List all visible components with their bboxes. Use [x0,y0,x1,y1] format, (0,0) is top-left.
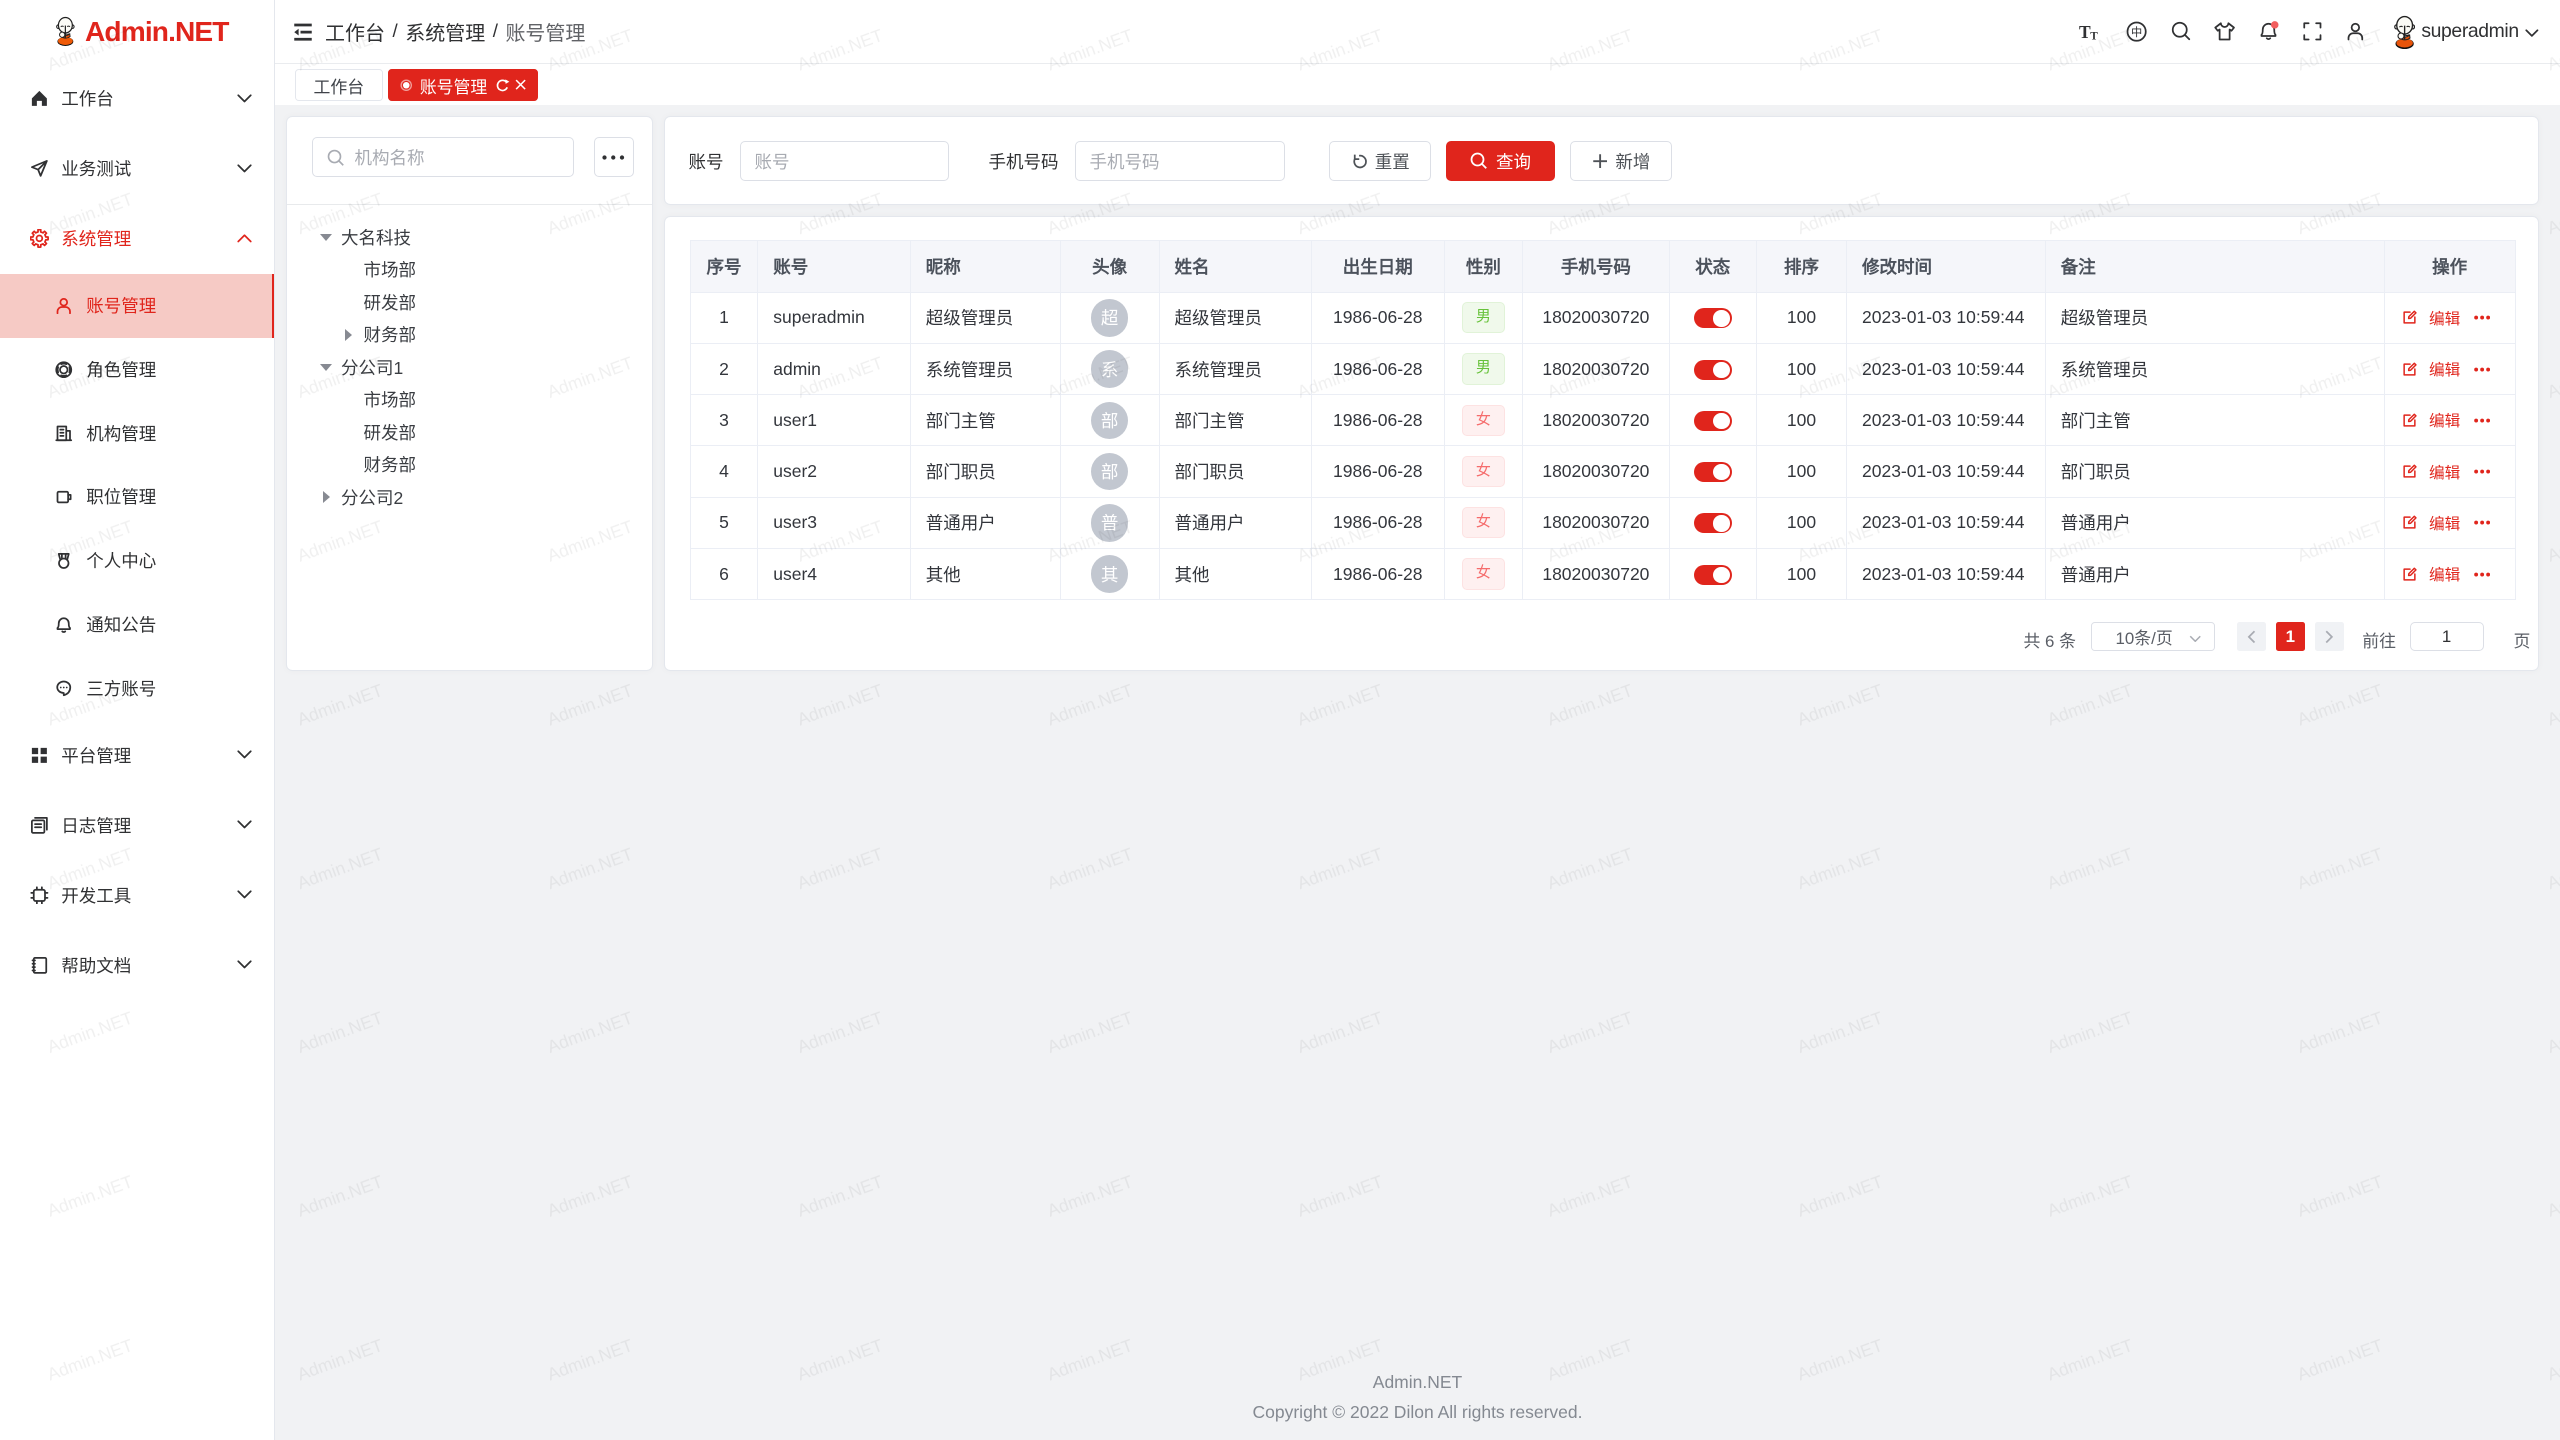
svg-text:T: T [2091,30,2099,40]
svg-text:T: T [2079,23,2091,41]
svg-text:中: 中 [2131,25,2142,38]
